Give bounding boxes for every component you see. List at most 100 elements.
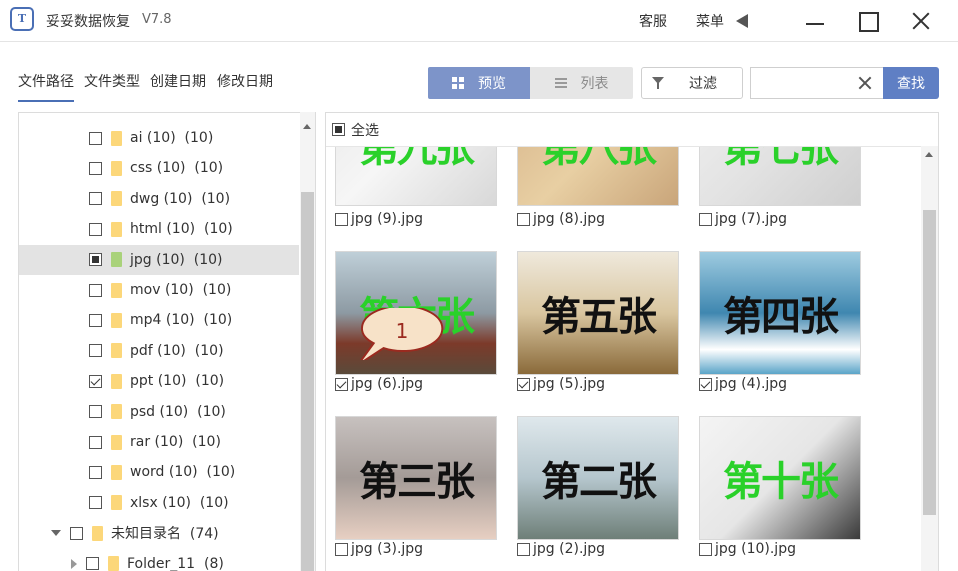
tree-item[interactable]: mov (10) (10) [19, 275, 299, 305]
menu-button[interactable]: 菜单 [696, 11, 724, 31]
thumbnail-checkbox[interactable] [517, 542, 530, 556]
image-thumbnail[interactable]: 第五张 [517, 251, 679, 375]
tree-item[interactable]: dwg (10) (10) [19, 184, 299, 214]
tree-item[interactable]: psd (10) (10) [19, 397, 299, 427]
preview-scrollbar[interactable] [921, 146, 938, 571]
tree-item[interactable]: xlsx (10) (10) [19, 488, 299, 518]
select-all-checkbox[interactable] [332, 123, 345, 136]
tree-item-label: ai (10) (10) [130, 130, 214, 146]
thumbnail-checkbox[interactable] [699, 212, 712, 226]
search-button[interactable]: 查找 [883, 67, 939, 99]
thumbnail-label[interactable]: jpg (4).jpg [699, 376, 787, 392]
tree-item-checkbox[interactable] [89, 161, 102, 175]
tab-file-path[interactable]: 文件路径 [18, 71, 74, 102]
tree-item-checkbox[interactable] [70, 526, 83, 540]
thumbnail-filename: jpg (6).jpg [351, 376, 424, 392]
thumbnail-label[interactable]: jpg (9).jpg [335, 211, 423, 227]
clear-search-icon[interactable] [857, 75, 873, 91]
tree-scrollbar-thumb[interactable] [301, 192, 314, 571]
tree-item-checkbox[interactable] [86, 557, 99, 571]
thumbnail-label[interactable]: jpg (8).jpg [517, 211, 605, 227]
tree-item[interactable]: mp4 (10) (10) [19, 305, 299, 335]
preview-view-button[interactable]: 预览 [428, 67, 530, 99]
tree-item-checkbox[interactable] [89, 283, 102, 297]
thumbnail-checkbox[interactable] [699, 542, 712, 556]
tree-item-checkbox[interactable] [89, 496, 102, 510]
tree-item[interactable]: Folder_11 (8) [19, 549, 299, 571]
tree-item-checkbox[interactable] [89, 253, 102, 267]
thumbnail-checkbox[interactable] [335, 542, 348, 556]
preview-label: 预览 [478, 76, 506, 92]
thumbnail-checkbox[interactable] [517, 377, 530, 391]
tree-item-checkbox[interactable] [89, 405, 102, 419]
scroll-up-icon[interactable] [925, 152, 933, 157]
tree-item-checkbox[interactable] [89, 344, 102, 358]
chevron-right-icon[interactable] [71, 558, 77, 569]
filter-label: 过滤 [689, 76, 717, 92]
select-all-row[interactable]: 全选 [326, 113, 938, 147]
tree-item-label: rar (10) (10) [130, 434, 221, 450]
thumbnail-checkbox[interactable] [335, 377, 348, 391]
image-thumbnail[interactable]: 第二张 [517, 416, 679, 540]
thumbnail-overlay-text: 第二张 [541, 459, 657, 505]
folder-icon [111, 160, 122, 176]
tree-scrollbar[interactable] [300, 112, 315, 571]
folder-icon [108, 556, 119, 571]
tree-item-checkbox[interactable] [89, 374, 102, 388]
tree-item-checkbox[interactable] [89, 192, 102, 206]
maximize-button[interactable] [852, 6, 882, 36]
thumbnail-checkbox[interactable] [517, 212, 530, 226]
tree-item-checkbox[interactable] [89, 313, 102, 327]
menu-arrow-icon[interactable] [736, 14, 748, 28]
tab-modified-date[interactable]: 修改日期 [217, 71, 273, 91]
thumbnail-label[interactable]: jpg (10).jpg [699, 541, 796, 557]
thumbnail-label[interactable]: jpg (2).jpg [517, 541, 605, 557]
thumbnail-filename: jpg (5).jpg [533, 376, 606, 392]
app-version: V7.8 [142, 12, 172, 27]
tree-item-label: Folder_11 (8) [127, 555, 224, 571]
thumbnail-filename: jpg (4).jpg [715, 376, 788, 392]
tree-item-checkbox[interactable] [89, 435, 102, 449]
app-logo-icon: T [10, 7, 34, 31]
image-thumbnail[interactable]: 第三张 [335, 416, 497, 540]
tree-item-checkbox[interactable] [89, 222, 102, 236]
tree-item[interactable]: rar (10) (10) [19, 427, 299, 457]
tree-item[interactable]: pdf (10) (10) [19, 336, 299, 366]
customer-service-link[interactable]: 客服 [639, 11, 667, 31]
thumbnail-checkbox[interactable] [335, 212, 348, 226]
minimize-button[interactable] [800, 6, 830, 36]
thumbnail-overlay-text: 第三张 [359, 459, 475, 505]
thumbnail-filename: jpg (8).jpg [533, 211, 606, 227]
close-button[interactable] [906, 6, 936, 36]
tab-file-type[interactable]: 文件类型 [84, 71, 140, 91]
image-thumbnail[interactable]: 第四张 [699, 251, 861, 375]
scroll-up-icon[interactable] [303, 124, 311, 129]
tree-item[interactable]: word (10) (10) [19, 457, 299, 487]
tab-created-date[interactable]: 创建日期 [150, 71, 206, 91]
thumbnail-label[interactable]: jpg (6).jpg [335, 376, 423, 392]
tree-item[interactable]: jpg (10) (10) [19, 244, 299, 275]
tree-item-label: xlsx (10) (10) [130, 494, 229, 511]
thumbnail-label[interactable]: jpg (5).jpg [517, 376, 605, 392]
tree-item-label: ppt (10) (10) [130, 373, 225, 390]
thumbnail-filename: jpg (2).jpg [533, 541, 606, 557]
thumbnail-label[interactable]: jpg (3).jpg [335, 541, 423, 557]
file-tree: ai (10) (10) css (10) (10) dwg (10) (10) ht… [18, 112, 316, 571]
tree-item[interactable]: html (10) (10) [19, 214, 299, 244]
preview-scrollbar-thumb[interactable] [923, 210, 936, 515]
tree-item-checkbox[interactable] [89, 465, 102, 479]
callout-bubble: 1 [360, 308, 444, 360]
thumbnail-label[interactable]: jpg (7).jpg [699, 211, 787, 227]
filter-button[interactable]: 过滤 [641, 67, 743, 99]
folder-icon [111, 130, 122, 146]
image-thumbnail[interactable]: 第十张 [699, 416, 861, 540]
tree-item-checkbox[interactable] [89, 131, 102, 145]
list-view-button[interactable]: 列表 [530, 67, 633, 99]
tree-item[interactable]: ai (10) (10) [19, 123, 299, 153]
folder-icon [111, 343, 122, 359]
tree-item[interactable]: ppt (10) (10) [19, 366, 299, 396]
tree-item[interactable]: css (10) (10) [19, 153, 299, 183]
chevron-down-icon[interactable] [51, 530, 61, 537]
tree-item[interactable]: 未知目录名 (74) [19, 518, 299, 548]
thumbnail-checkbox[interactable] [699, 377, 712, 391]
